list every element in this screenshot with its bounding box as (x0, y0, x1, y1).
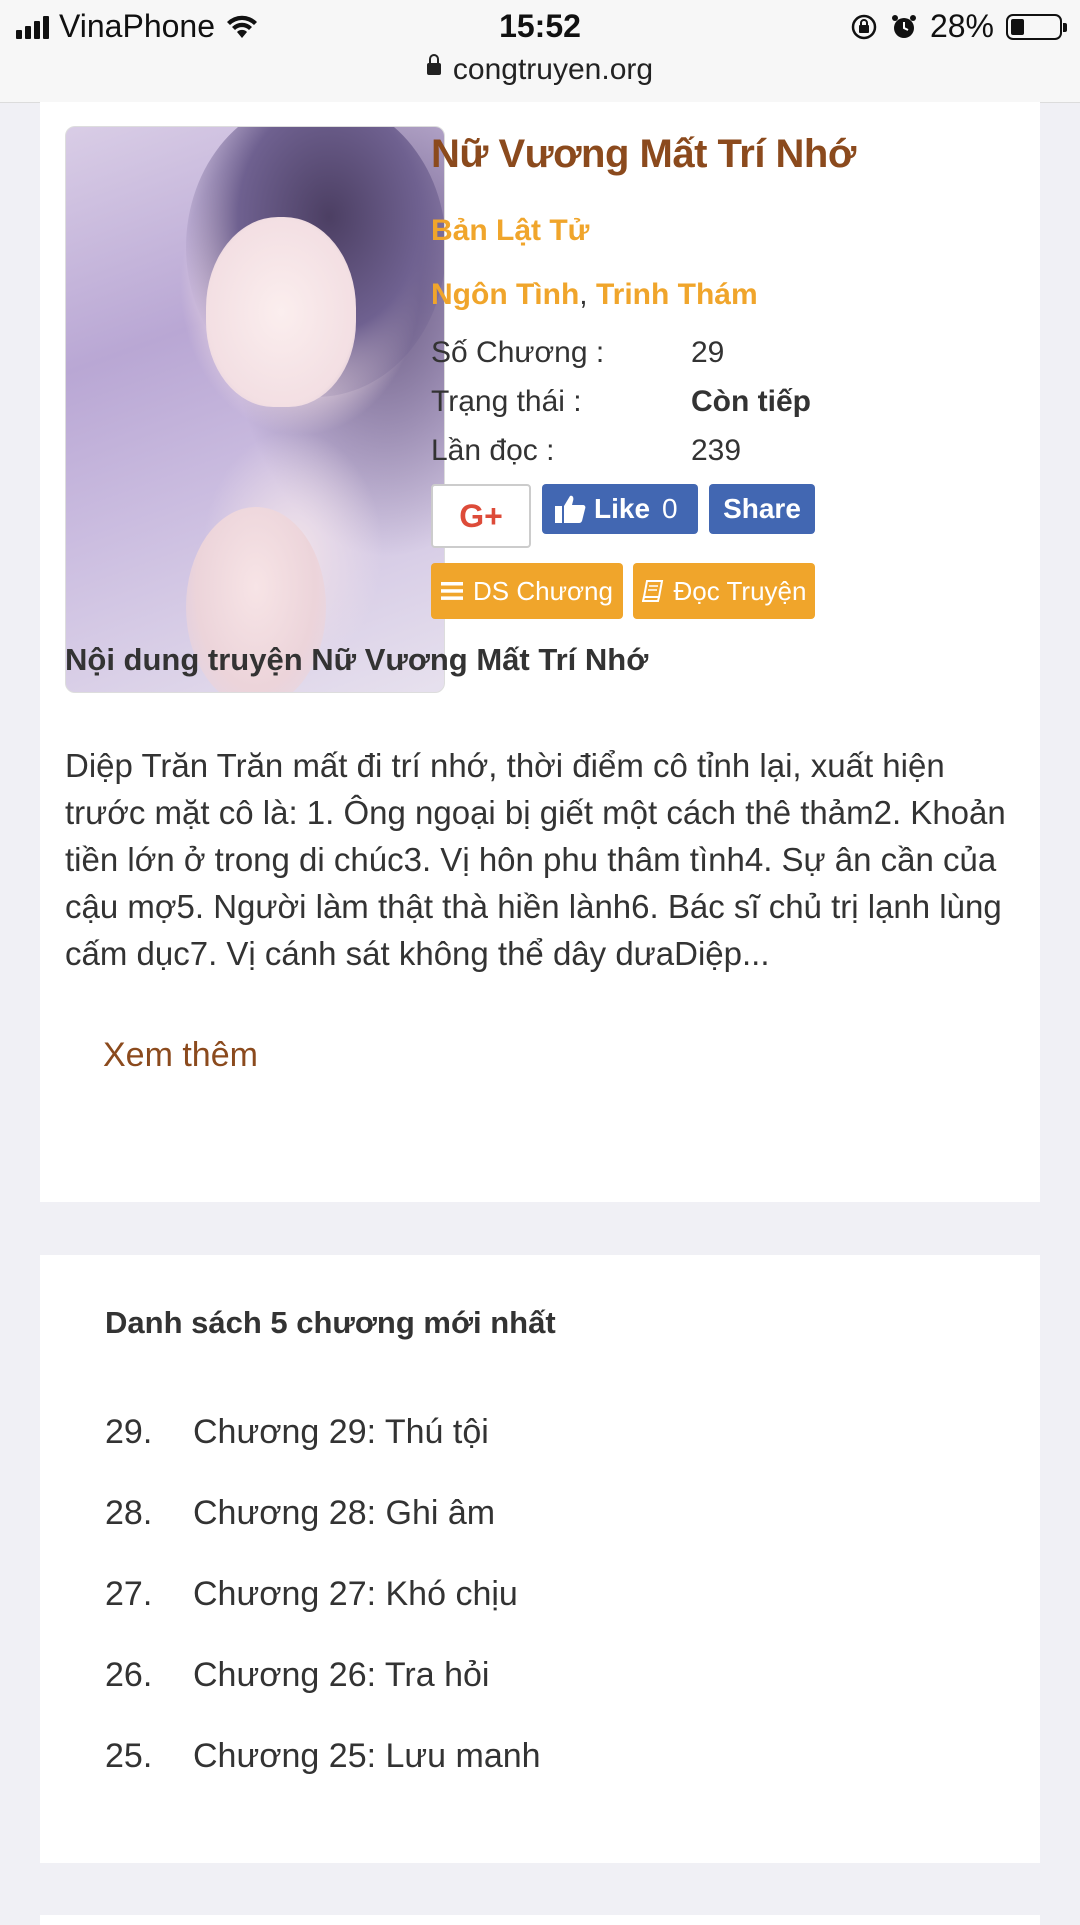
info-row-reads: Lần đọc : 239 (431, 434, 741, 468)
latest-chapters-card: Danh sách 5 chương mới nhất 29. Chương 29… (40, 1255, 1040, 1863)
info-value: 239 (691, 434, 742, 467)
info-label: Số Chương : (431, 336, 605, 369)
battery-icon (1006, 13, 1067, 40)
chapter-title-link[interactable]: Chương 25: Lưu manh (193, 1737, 541, 1775)
like-label: Like (594, 493, 651, 524)
chapter-title-link[interactable]: Chương 29: Thú tội (193, 1413, 489, 1451)
chapter-number: 27. (105, 1575, 153, 1613)
story-description: Diệp Trăn Trăn mất đi trí nhớ, thời điểm… (65, 747, 1006, 972)
story-genres: Ngôn Tình, Trinh Thám (431, 278, 758, 312)
info-row-chapters: Số Chương : 29 (431, 336, 724, 370)
chapter-list-label: DS Chương (473, 575, 613, 606)
url-text: congtruyen.org (452, 53, 654, 86)
chapter-number: 28. (105, 1494, 153, 1532)
story-cover-image[interactable] (65, 126, 445, 693)
chapter-title-link[interactable]: Chương 26: Tra hỏi (193, 1656, 489, 1694)
read-story-button[interactable]: Đọc Truyện (633, 563, 815, 619)
genre-link[interactable]: Trinh Thám (596, 278, 758, 311)
story-author-link[interactable]: Bản Lật Tử (431, 214, 589, 248)
thumbs-up-icon (555, 495, 586, 523)
status-right: 28% (850, 8, 1067, 45)
see-more-link[interactable]: Xem thêm (103, 1036, 258, 1075)
chapter-title-link[interactable]: Chương 27: Khó chịu (193, 1575, 518, 1613)
battery-percent: 28% (929, 8, 994, 44)
alarm-icon (891, 14, 916, 38)
book-icon (641, 580, 663, 602)
chapter-list-item[interactable]: 29. Chương 29: Thú tội (105, 1413, 489, 1452)
chapter-list-item[interactable]: 25. Chương 25: Lưu manh (105, 1737, 541, 1776)
chapter-number: 26. (105, 1656, 153, 1694)
chapter-number: 25. (105, 1737, 153, 1775)
facebook-like-button[interactable]: Like 0 (542, 484, 698, 534)
chapter-list-item[interactable]: 27. Chương 27: Khó chịu (105, 1575, 518, 1614)
content-heading: Nội dung truyện Nữ Vương Mất Trí Nhớ (65, 642, 649, 677)
chapter-list-button[interactable]: DS Chương (431, 563, 623, 619)
genre-separator: , (579, 278, 588, 311)
info-label: Trạng thái : (431, 385, 582, 418)
latest-chapters-heading: Danh sách 5 chương mới nhất (105, 1305, 556, 1340)
info-row-status: Trạng thái : Còn tiếp (431, 385, 811, 419)
chapter-number: 29. (105, 1413, 153, 1451)
like-count: 0 (662, 493, 678, 524)
story-title: Nữ Vương Mất Trí Nhớ (431, 132, 856, 176)
info-value: 29 (691, 336, 725, 369)
chapter-list-item[interactable]: 28. Chương 28: Ghi âm (105, 1494, 495, 1533)
url-bar[interactable]: congtruyen.org (0, 52, 1080, 103)
read-story-label: Đọc Truyện (673, 575, 807, 606)
status-bar: VinaPhone 15:52 28% (0, 0, 1080, 52)
google-plus-button[interactable]: G+ (431, 484, 531, 548)
info-value: Còn tiếp (691, 385, 811, 418)
next-card-edge (40, 1915, 1040, 1925)
facebook-share-button[interactable]: Share (709, 484, 815, 534)
lock-icon (426, 54, 441, 76)
orientation-lock-icon (851, 14, 877, 39)
chapter-list-item[interactable]: 26. Chương 26: Tra hỏi (105, 1656, 489, 1695)
chapter-title-link[interactable]: Chương 28: Ghi âm (193, 1494, 495, 1532)
list-icon (441, 582, 464, 600)
genre-link[interactable]: Ngôn Tình (431, 278, 579, 311)
info-label: Lần đọc : (431, 434, 555, 467)
